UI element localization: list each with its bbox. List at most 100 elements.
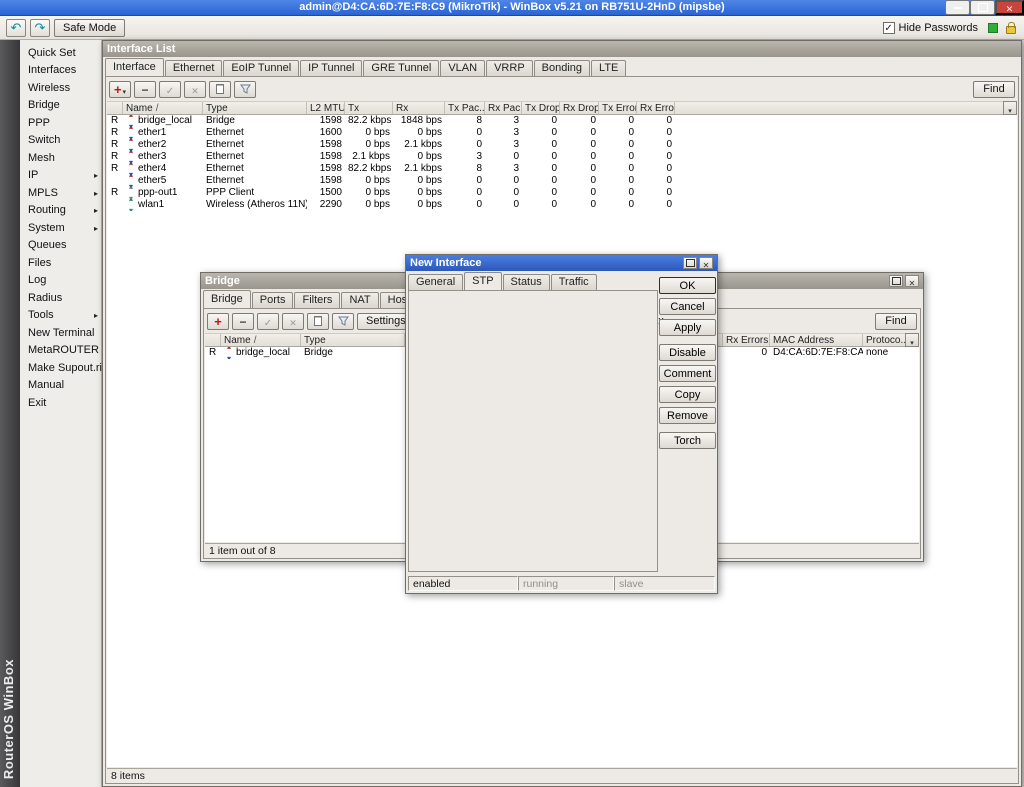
remove-bridge-button[interactable] xyxy=(232,313,254,330)
safe-mode-button[interactable]: Safe Mode xyxy=(54,19,125,37)
redo-button[interactable] xyxy=(30,19,50,37)
ok-button[interactable]: OK xyxy=(659,277,716,294)
copy-button[interactable]: Copy xyxy=(659,386,716,403)
tab-bridge[interactable]: Bridge xyxy=(203,290,251,308)
sidebar-item-log[interactable]: Log xyxy=(20,272,101,290)
tab-ip-tunnel[interactable]: IP Tunnel xyxy=(300,60,362,76)
remove-interface-button[interactable] xyxy=(134,81,156,98)
col-tx-errors[interactable]: Tx Errors xyxy=(599,102,637,114)
sidebar-item-switch[interactable]: Switch xyxy=(20,132,101,150)
sidebar-item-wireless[interactable]: Wireless xyxy=(20,79,101,97)
tab-vlan[interactable]: VLAN xyxy=(440,60,485,76)
tab-gre-tunnel[interactable]: GRE Tunnel xyxy=(363,60,439,76)
col-tx-drops[interactable]: Tx Drops xyxy=(522,102,560,114)
col-rx[interactable]: Rx xyxy=(393,102,445,114)
table-row-ether4[interactable]: R ether4 Ethernet 1598 82.2 kbps 2.1 kbp… xyxy=(107,163,1017,175)
app-close-button[interactable] xyxy=(995,0,1024,15)
table-row-ppp-out1[interactable]: R ppp-out1 PPP Client 1500 0 bps 0 bps 0… xyxy=(107,187,1017,199)
table-row-ether3[interactable]: R ether3 Ethernet 1598 2.1 kbps 0 bps 3 … xyxy=(107,151,1017,163)
table-row-ether1[interactable]: R ether1 Ethernet 1600 0 bps 0 bps 0 3 0… xyxy=(107,127,1017,139)
tab-bonding[interactable]: Bonding xyxy=(534,60,590,76)
new-interface-titlebar[interactable]: New Interface xyxy=(406,255,717,271)
table-row-ether2[interactable]: R ether2 Ethernet 1598 0 bps 2.1 kbps 0 … xyxy=(107,139,1017,151)
filter-button[interactable] xyxy=(332,313,354,330)
tab-ethernet[interactable]: Ethernet xyxy=(165,60,223,76)
col-type[interactable]: Type xyxy=(301,334,405,346)
disable-button[interactable] xyxy=(184,81,206,98)
column-selector-button[interactable] xyxy=(1003,101,1017,115)
find-button[interactable]: Find xyxy=(875,313,917,330)
col-rx-errors[interactable]: Rx Errors xyxy=(723,334,770,346)
add-interface-button[interactable] xyxy=(109,81,131,98)
tab-nat[interactable]: NAT xyxy=(341,292,378,308)
app-minimize-button[interactable] xyxy=(945,0,970,15)
sidebar-item-files[interactable]: Files xyxy=(20,254,101,272)
col-flags[interactable] xyxy=(107,102,123,114)
column-selector-button[interactable] xyxy=(905,333,919,347)
col-flags[interactable] xyxy=(205,334,221,346)
hide-passwords-checkbox[interactable] xyxy=(883,22,895,34)
filter-button[interactable] xyxy=(234,81,256,98)
enable-button[interactable] xyxy=(159,81,181,98)
sidebar-item-mesh[interactable]: Mesh xyxy=(20,149,101,167)
table-row-wlan1[interactable]: wlan1 Wireless (Atheros 11N) 2290 0 bps … xyxy=(107,199,1017,211)
comment-button[interactable]: Comment xyxy=(659,365,716,382)
tab-vrrp[interactable]: VRRP xyxy=(486,60,533,76)
apply-button[interactable]: Apply xyxy=(659,319,716,336)
table-row-bridge-local[interactable]: R bridge_local Bridge 1598 82.2 kbps 184… xyxy=(107,115,1017,127)
sidebar-item-new-terminal[interactable]: New Terminal xyxy=(20,324,101,342)
col-mac-address[interactable]: MAC Address xyxy=(770,334,863,346)
tab-status[interactable]: Status xyxy=(503,274,550,290)
remove-button[interactable]: Remove xyxy=(659,407,716,424)
undo-button[interactable] xyxy=(6,19,26,37)
col-name[interactable]: Name/ xyxy=(123,102,203,114)
col-tx-packet[interactable]: Tx Pac... xyxy=(445,102,485,114)
interface-list-titlebar[interactable]: Interface List xyxy=(103,41,1021,57)
dialog-maximize-button[interactable] xyxy=(683,257,697,269)
comment-button[interactable] xyxy=(209,81,231,98)
tab-eoip-tunnel[interactable]: EoIP Tunnel xyxy=(223,60,299,76)
enable-button[interactable] xyxy=(257,313,279,330)
sidebar-item-queues[interactable]: Queues xyxy=(20,237,101,255)
col-rx-errors[interactable]: Rx Errors xyxy=(637,102,675,114)
cancel-button[interactable]: Cancel xyxy=(659,298,716,315)
table-row-ether5[interactable]: ether5 Ethernet 1598 0 bps 0 bps 0 0 0 0… xyxy=(107,175,1017,187)
dialog-close-button[interactable] xyxy=(699,257,713,269)
sidebar-item-quick-set[interactable]: Quick Set xyxy=(20,44,101,62)
sidebar-item-make-supout[interactable]: Make Supout.rif xyxy=(20,359,101,377)
sidebar-item-bridge[interactable]: Bridge xyxy=(20,97,101,115)
tab-lte[interactable]: LTE xyxy=(591,60,626,76)
bridge-close-button[interactable] xyxy=(905,275,919,287)
disable-button[interactable]: Disable xyxy=(659,344,716,361)
sidebar-item-interfaces[interactable]: Interfaces xyxy=(20,62,101,80)
find-button[interactable]: Find xyxy=(973,81,1015,98)
col-l2mtu[interactable]: L2 MTU xyxy=(307,102,345,114)
sidebar-item-routing[interactable]: Routing xyxy=(20,202,101,220)
col-name[interactable]: Name/ xyxy=(221,334,301,346)
col-type[interactable]: Type xyxy=(203,102,307,114)
col-rx-packet[interactable]: Rx Pac... xyxy=(485,102,522,114)
torch-button[interactable]: Torch xyxy=(659,432,716,449)
tab-traffic[interactable]: Traffic xyxy=(551,274,597,290)
comment-button[interactable] xyxy=(307,313,329,330)
col-tx[interactable]: Tx xyxy=(345,102,393,114)
sidebar-item-system[interactable]: System xyxy=(20,219,101,237)
app-maximize-button[interactable] xyxy=(970,0,995,15)
col-rx-drops[interactable]: Rx Drops xyxy=(560,102,599,114)
sidebar-item-radius[interactable]: Radius xyxy=(20,289,101,307)
disable-button[interactable] xyxy=(282,313,304,330)
sidebar-item-exit[interactable]: Exit xyxy=(20,394,101,412)
sidebar-item-mpls[interactable]: MPLS xyxy=(20,184,101,202)
tab-interface[interactable]: Interface xyxy=(105,58,164,76)
add-bridge-button[interactable] xyxy=(207,313,229,330)
sidebar-item-ip[interactable]: IP xyxy=(20,167,101,185)
sidebar-item-metarouter[interactable]: MetaROUTER xyxy=(20,342,101,360)
sidebar-item-tools[interactable]: Tools xyxy=(20,307,101,325)
tab-general[interactable]: General xyxy=(408,274,463,290)
tab-ports[interactable]: Ports xyxy=(252,292,294,308)
bridge-maximize-button[interactable] xyxy=(889,275,903,287)
sidebar-item-ppp[interactable]: PPP xyxy=(20,114,101,132)
tab-stp[interactable]: STP xyxy=(464,272,501,290)
tab-filters[interactable]: Filters xyxy=(294,292,340,308)
sidebar-item-manual[interactable]: Manual xyxy=(20,377,101,395)
